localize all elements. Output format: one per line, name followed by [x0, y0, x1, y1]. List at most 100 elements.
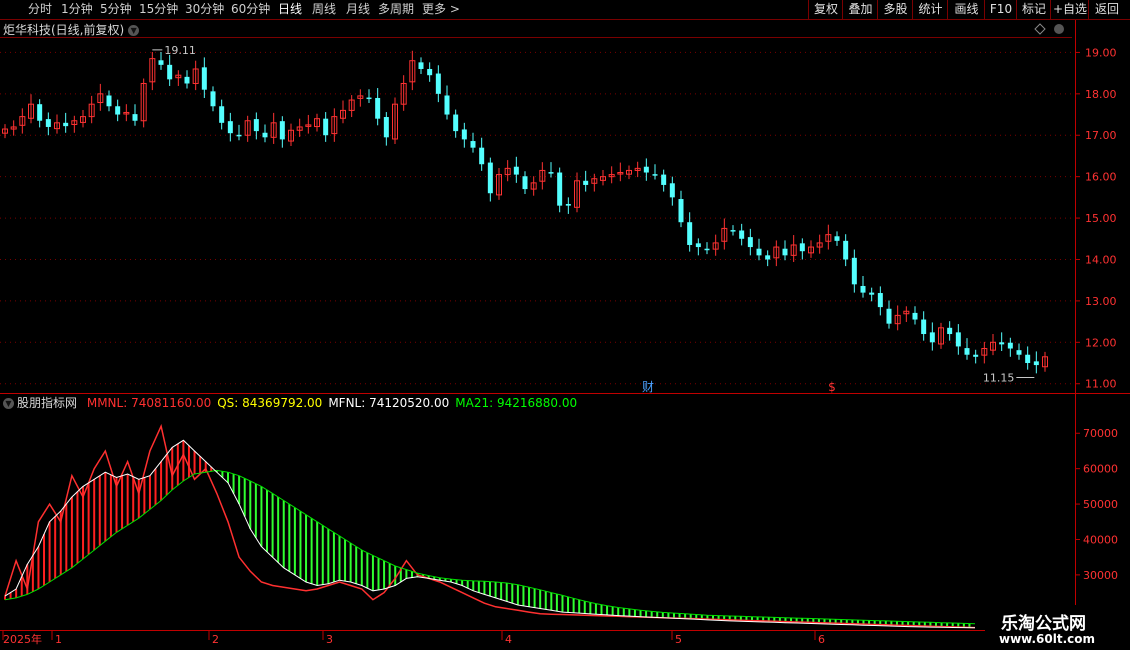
candle-down: [704, 248, 710, 251]
stock-title-text: 炬华科技(日线,前复权): [3, 23, 125, 37]
indicator-tick-label: 30000: [1083, 569, 1118, 582]
chevron-down-icon[interactable]: ▼: [128, 25, 140, 36]
price-tick-label: 11.00: [1085, 378, 1117, 391]
candle-down: [37, 104, 43, 121]
price-tick-label: 18.00: [1085, 88, 1117, 101]
price-tick-label: 19.00: [1085, 46, 1117, 59]
candle-down: [461, 129, 467, 140]
indicator-header: ▼ 股朋指标网 MMNL: 74081160.00 QS: 84369792.00 M…: [3, 396, 589, 412]
candle-down: [583, 180, 589, 185]
price-tick-label: 14.00: [1085, 253, 1117, 266]
candle-down: [730, 230, 736, 232]
candle-down: [279, 121, 285, 140]
candle-down: [63, 122, 69, 127]
candle-down: [210, 91, 216, 107]
candle-down: [323, 118, 329, 136]
candle-down: [115, 106, 121, 115]
indicator-readout-3: MA21: 94216880.00: [455, 396, 578, 410]
news-marker-finance: 财: [642, 380, 654, 394]
time-axis-label: 2: [212, 633, 219, 646]
time-axis-label: 2025年: [3, 632, 42, 646]
high-marker-label: 19.11: [164, 44, 196, 57]
candle-down: [999, 342, 1005, 345]
candle-down: [929, 332, 935, 343]
watermark-title: 乐淘公式网: [1001, 614, 1086, 634]
candle-down: [973, 354, 979, 357]
candle-down: [427, 68, 433, 76]
candle-down: [548, 172, 554, 174]
candle-down: [739, 230, 745, 239]
candle-down: [851, 257, 857, 285]
candle-down: [253, 119, 259, 132]
time-axis-label: 4: [505, 633, 512, 646]
candle-down: [418, 62, 424, 69]
candle-down: [453, 114, 459, 132]
indicator-readouts: MMNL: 74081160.00 QS: 84369792.00 MFNL: 74…: [87, 396, 583, 410]
candle-down: [383, 117, 389, 138]
candle-down: [955, 332, 961, 347]
candle-down: [652, 174, 658, 176]
candle-down: [678, 199, 684, 223]
candle-down: [262, 132, 268, 138]
candle-down: [565, 203, 571, 206]
watermark: 乐淘公式网 www.60lt.com: [985, 605, 1130, 650]
candle-down: [834, 236, 840, 241]
candle-down: [106, 95, 112, 107]
candle-down: [557, 172, 563, 206]
diamond-icon: [1034, 23, 1046, 35]
candle-down: [201, 67, 207, 90]
candle-down: [132, 114, 138, 121]
candle-down: [747, 237, 753, 248]
candle-down: [912, 312, 918, 320]
candle-down: [45, 119, 51, 127]
candle-down: [782, 248, 788, 256]
indicator-readout-0: MMNL: 74081160.00: [86, 396, 212, 410]
candle-down: [444, 95, 450, 115]
candle-down: [843, 240, 849, 260]
candle-down: [695, 243, 701, 248]
candle-down: [756, 248, 762, 256]
time-axis-label: 6: [818, 633, 825, 646]
time-axis-label: 1: [55, 633, 62, 646]
price-tick-label: 12.00: [1085, 336, 1117, 349]
candle-down: [1007, 342, 1013, 349]
candle-down: [860, 285, 866, 293]
candle-down: [669, 183, 675, 198]
candle-down: [661, 174, 667, 185]
low-marker-label: 11.15: [983, 372, 1015, 385]
candle-down: [158, 60, 164, 65]
candle-down: [227, 121, 233, 134]
candle-down: [435, 73, 441, 94]
candle-down: [947, 327, 953, 335]
candle-down: [167, 64, 173, 80]
indicator-readout-2: MFNL: 74120520.00: [328, 396, 450, 410]
candle-down: [513, 166, 519, 175]
candle-down: [799, 243, 805, 252]
time-axis-label: 3: [326, 633, 333, 646]
candle-down: [877, 293, 883, 308]
candle-down: [869, 292, 875, 295]
indicator-tick-label: 50000: [1083, 498, 1118, 511]
candle-down: [765, 255, 771, 260]
indicator-name[interactable]: 股朋指标网: [17, 396, 77, 410]
stock-title: 炬华科技(日线,前复权) ▼: [3, 21, 140, 38]
price-tick-label: 13.00: [1085, 295, 1117, 308]
settings-dot-icon: [1054, 24, 1064, 34]
indicator-menu-icon[interactable]: ▼: [3, 398, 14, 409]
candle-down: [366, 97, 372, 100]
candle-down: [964, 348, 970, 355]
candle-down: [1025, 354, 1031, 364]
candle-down: [479, 147, 485, 165]
indicator-readout-1: QS: 84369792.00: [217, 396, 323, 410]
watermark-url: www.60lt.com: [999, 632, 1096, 646]
series-line-mmnl: [4, 423, 976, 629]
price-tick-label: 15.00: [1085, 212, 1117, 225]
series-line-mfnl: [4, 439, 976, 629]
price-tick-label: 16.00: [1085, 171, 1117, 184]
candle-down: [487, 162, 493, 194]
candle-down: [1033, 361, 1039, 366]
candle-down: [522, 176, 528, 190]
candle-down: [1016, 350, 1022, 355]
news-marker-dollar: $: [828, 380, 836, 394]
candle-down: [219, 106, 225, 123]
